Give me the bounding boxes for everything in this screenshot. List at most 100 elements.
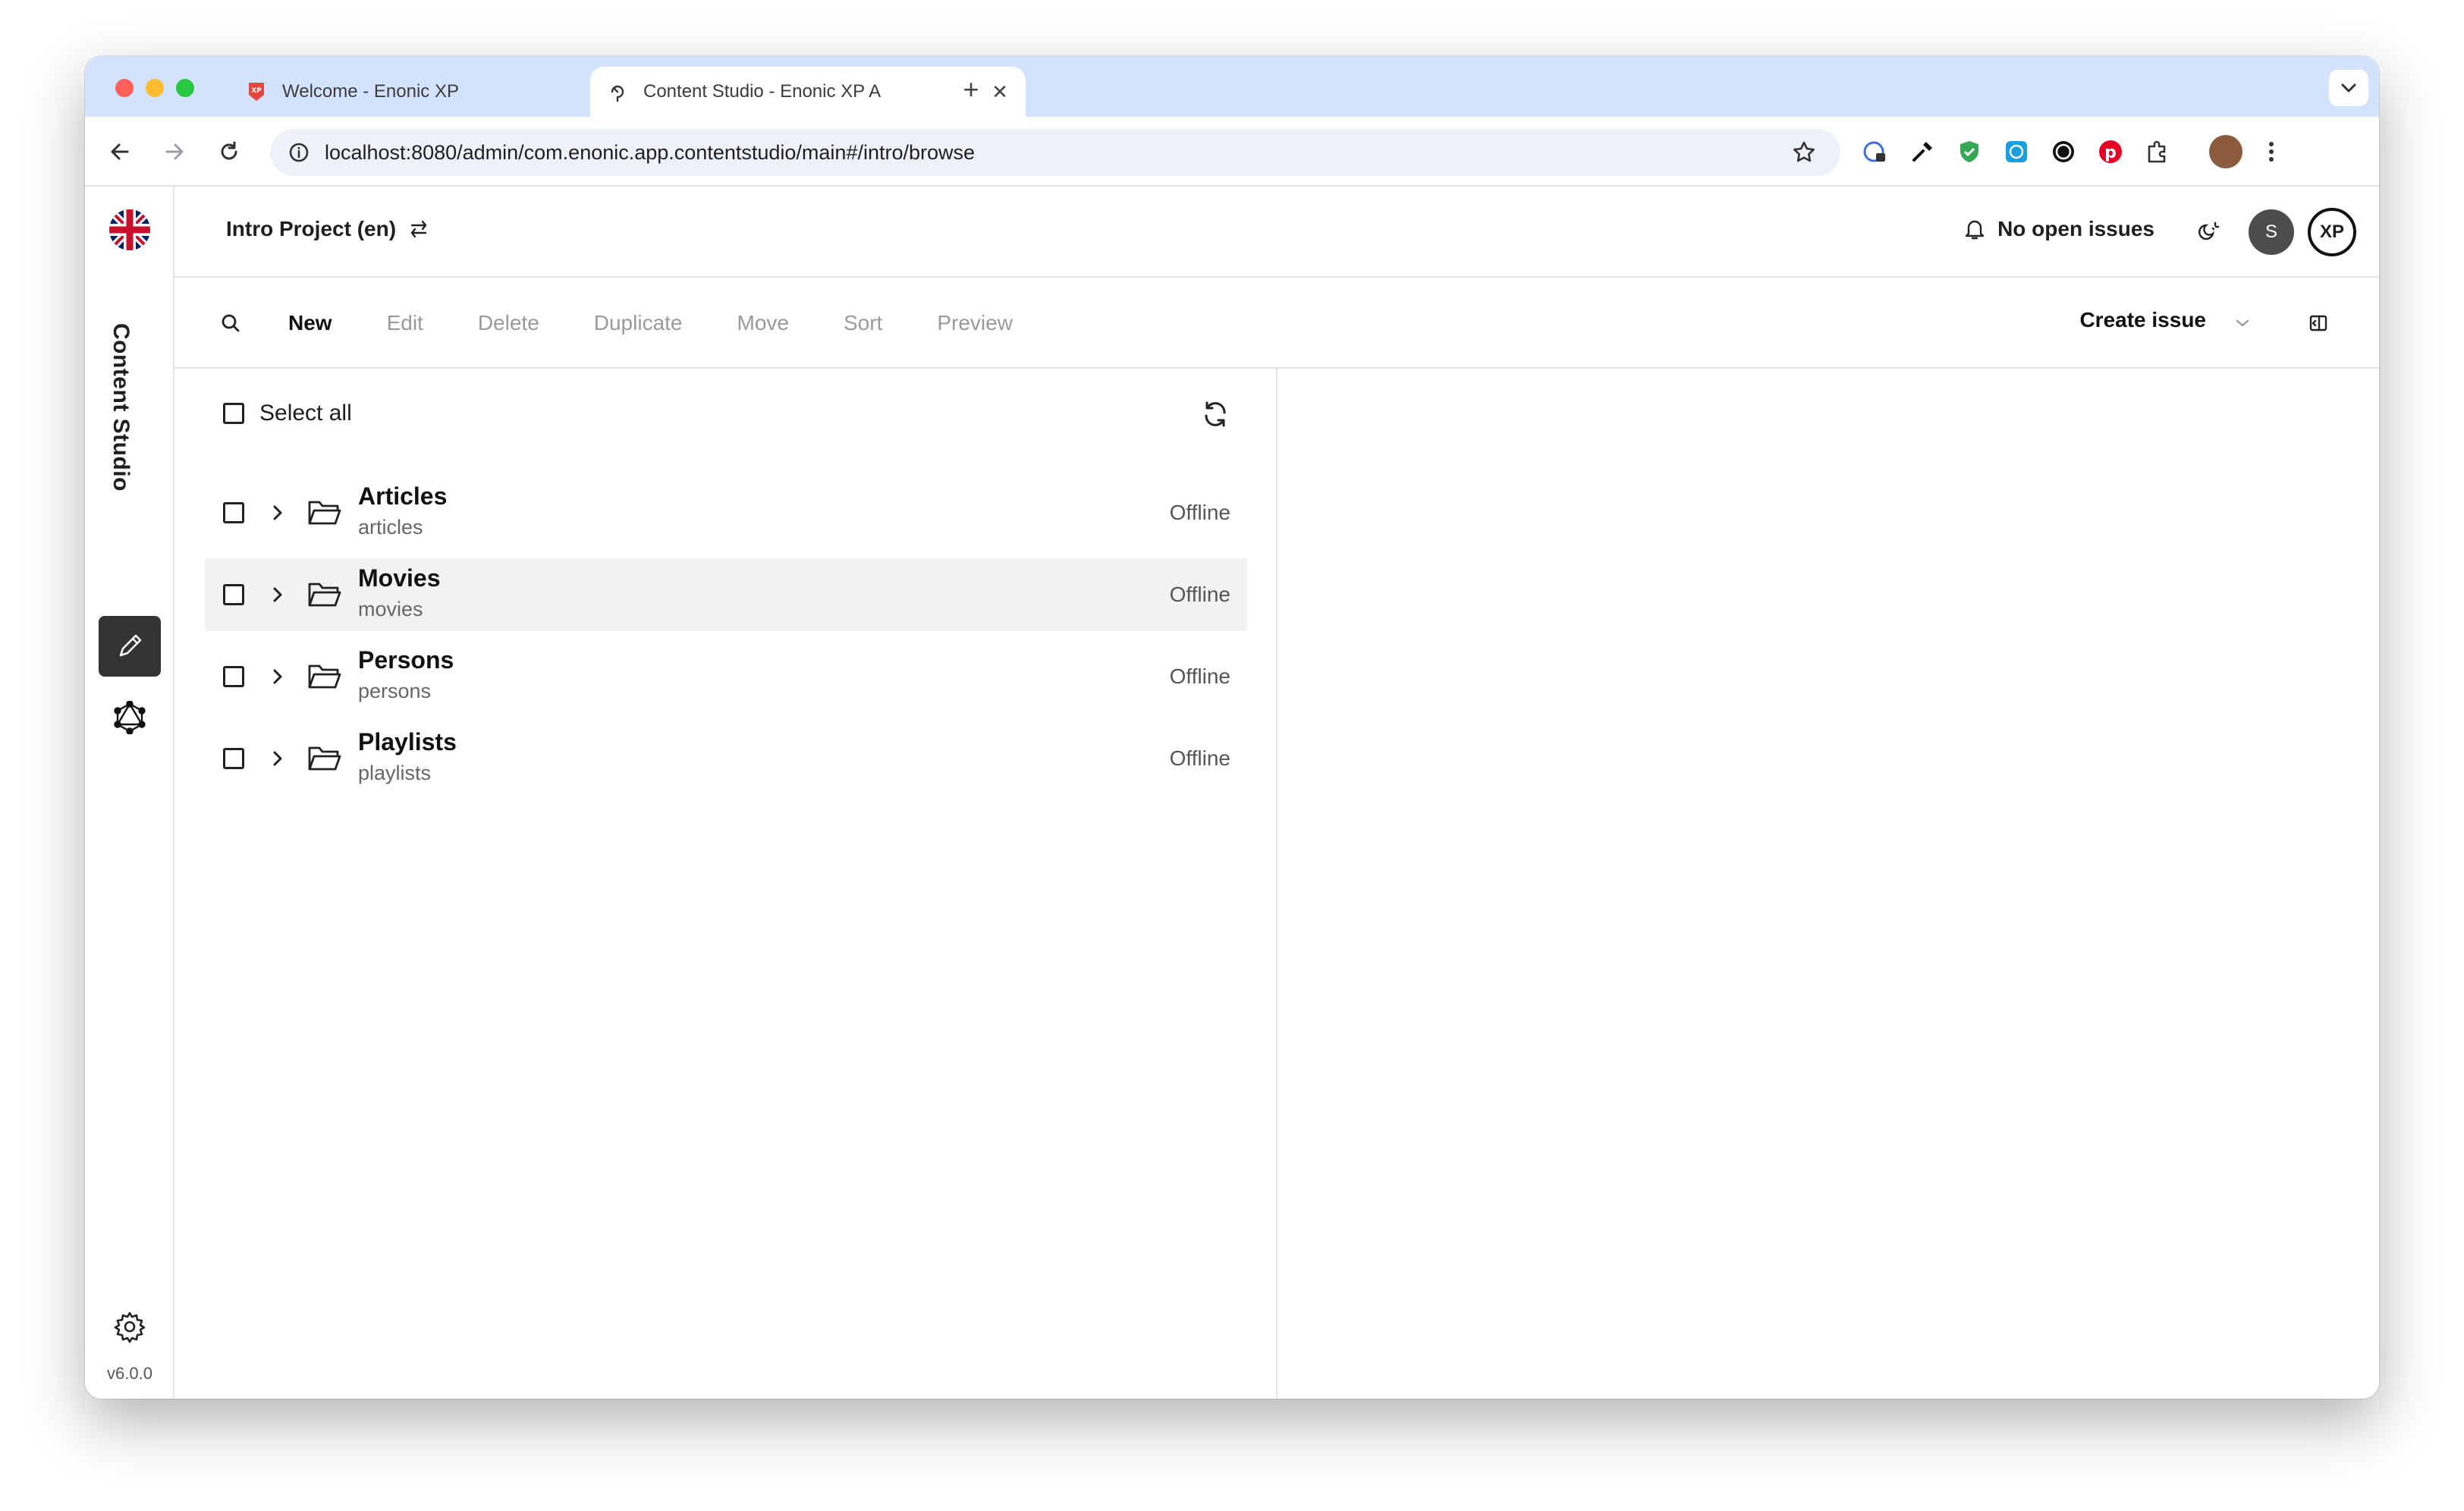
uk-flag-icon[interactable] [109,209,150,250]
left-rail: Content Studio v6.0.0 [85,187,174,1399]
maximize-window-button[interactable] [176,79,194,97]
create-issue-button[interactable]: Create issue [2079,308,2206,332]
item-name: Movies [358,564,441,592]
chevron-down-icon[interactable] [2227,308,2258,338]
browser-window: XP Welcome - Enonic XP ✕ Content Studio … [85,56,2379,1399]
move-button[interactable]: Move [737,311,789,335]
profile-avatar-icon[interactable] [2209,135,2242,168]
list-item[interactable]: Movies movies Offline [205,558,1247,631]
new-tab-button[interactable]: + [954,73,988,106]
status-badge: Offline [1169,746,1230,770]
status-badge: Offline [1169,583,1230,606]
status-badge: Offline [1169,501,1230,524]
row-checkbox[interactable] [223,584,244,605]
close-window-button[interactable] [115,79,134,97]
delete-button[interactable]: Delete [478,311,539,335]
swap-arrows-icon [408,218,429,240]
tab-title: Welcome - Enonic XP [282,81,459,102]
content-studio-app: Content Studio v6.0.0 Intro Project (en) [85,187,2379,1399]
settings-gear-icon[interactable] [112,1309,147,1344]
issues-button[interactable]: No open issues [1964,217,2154,241]
extensions-puzzle-icon[interactable] [2144,138,2171,165]
action-toolbar: New Edit Delete Duplicate Move Sort Prev… [174,278,2379,369]
edit-button[interactable]: Edit [387,311,423,335]
refresh-icon[interactable] [1199,397,1232,431]
eyedropper-extension-icon[interactable] [1909,138,1936,165]
list-item[interactable]: Playlists playlists Offline [205,722,1247,795]
xp-launcher-button[interactable]: XP [2308,208,2356,256]
web-extension-icon[interactable] [2050,138,2077,165]
reload-icon [221,141,237,160]
row-checkbox[interactable] [223,502,244,523]
theme-toggle-icon[interactable] [2194,217,2224,247]
forward-button[interactable] [158,135,191,168]
app-title: Content Studio [108,323,134,492]
chevron-right-icon[interactable] [264,663,291,690]
folder-icon [306,740,343,777]
chevron-down-icon [2341,83,2356,93]
tab-title: Content Studio - Enonic XP A [643,81,882,102]
minimize-window-button[interactable] [146,79,164,97]
bell-icon [1964,218,1985,240]
chevron-right-icon[interactable] [264,745,291,772]
password-extension-icon[interactable] [1862,138,1889,165]
list-item[interactable]: Articles articles Offline [205,476,1247,549]
action-buttons: New Edit Delete Duplicate Move Sort Prev… [288,278,1067,369]
folder-icon [306,576,343,613]
site-info-icon[interactable] [284,137,314,168]
arrow-right-icon [165,143,184,160]
chevron-right-icon[interactable] [264,581,291,608]
item-name: Articles [358,482,448,510]
url-text[interactable]: localhost:8080/admin/com.enonic.app.cont… [325,141,1789,165]
item-path: movies [358,598,423,620]
row-checkbox[interactable] [223,666,244,687]
user-avatar[interactable]: S [2249,209,2294,255]
bookmark-star-icon[interactable] [1789,137,1819,168]
svg-text:p: p [2104,143,2117,162]
issues-label: No open issues [1997,217,2154,240]
item-path: articles [358,516,423,539]
select-all-toggle[interactable]: Select all [223,401,352,426]
select-all-checkbox[interactable] [223,403,244,424]
search-icon[interactable] [215,308,246,338]
close-tab-icon[interactable]: ✕ [986,78,1014,105]
chevron-right-icon[interactable] [264,499,291,526]
reload-button[interactable] [212,135,246,168]
preview-button[interactable]: Preview [937,311,1013,335]
duplicate-button[interactable]: Duplicate [594,311,683,335]
graphql-button[interactable] [99,687,161,748]
preview-panel [1278,369,2379,1399]
row-checkbox[interactable] [223,748,244,769]
list-item[interactable]: Persons persons Offline [205,640,1247,713]
app-header: Intro Project (en) No open issues S XP [174,187,2379,278]
svg-text:XP: XP [251,87,262,95]
content-studio-favicon-icon [607,81,628,102]
content-rows: Articles articles Offline Movies movies … [205,476,1247,804]
arrow-left-icon [111,143,129,160]
enonic-favicon-icon: XP [246,81,267,102]
pencil-icon [119,634,142,657]
select-all-label: Select all [259,401,352,426]
back-button[interactable] [103,135,137,168]
browser-toolbar: localhost:8080/admin/com.enonic.app.cont… [85,117,2379,187]
kebab-menu-icon[interactable] [2258,138,2285,165]
address-bar[interactable]: localhost:8080/admin/com.enonic.app.cont… [270,129,1840,176]
translate-extension-icon[interactable] [2003,138,2030,165]
project-selector[interactable]: Intro Project (en) [226,217,429,241]
item-path: persons [358,680,432,702]
item-name: Persons [358,646,454,674]
folder-icon [306,495,343,531]
graphql-icon [114,701,146,734]
project-name: Intro Project (en) [226,217,397,240]
tab-search-button[interactable] [2329,70,2368,106]
pinterest-extension-icon[interactable]: p [2097,138,2124,165]
new-button[interactable]: New [288,311,332,335]
version-label: v6.0.0 [107,1364,152,1383]
item-path: playlists [358,762,432,784]
content-mode-button[interactable] [99,616,161,677]
folder-icon [306,658,343,695]
shield-extension-icon[interactable] [1956,138,1983,165]
toggle-panel-icon[interactable] [2303,308,2334,338]
sort-button[interactable]: Sort [844,311,882,335]
content-list-panel: Select all Articles articles Offline Mov… [174,369,1278,1399]
